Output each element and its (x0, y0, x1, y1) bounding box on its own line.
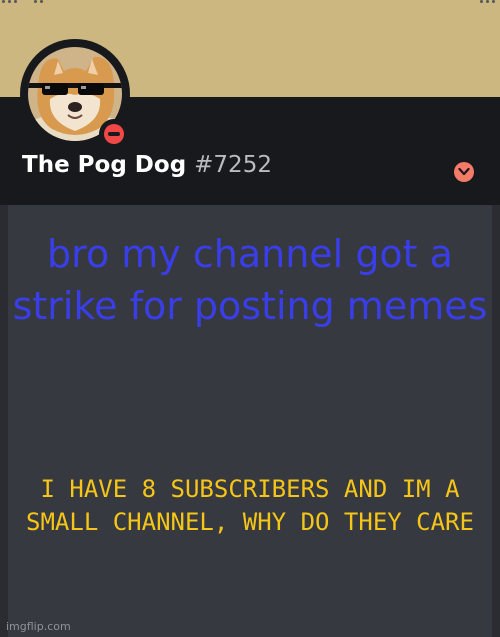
chevron-down-icon (458, 167, 470, 176)
meme-content-area: bro my channel got a strike for posting … (0, 205, 500, 637)
meme-subtext: I HAVE 8 SUBSCRIBERS AND IM A SMALL CHAN… (26, 475, 474, 536)
meme-headline: bro my channel got a strike for posting … (12, 232, 488, 328)
imgflip-watermark: imgflip.com (6, 620, 71, 633)
username-row: The Pog Dog #7252 (22, 152, 272, 186)
username: The Pog Dog (22, 152, 187, 178)
top-edge-dots (0, 0, 500, 4)
expand-profile-button[interactable] (454, 162, 474, 182)
dnd-status-icon (104, 124, 124, 144)
discriminator: #7252 (194, 152, 272, 178)
